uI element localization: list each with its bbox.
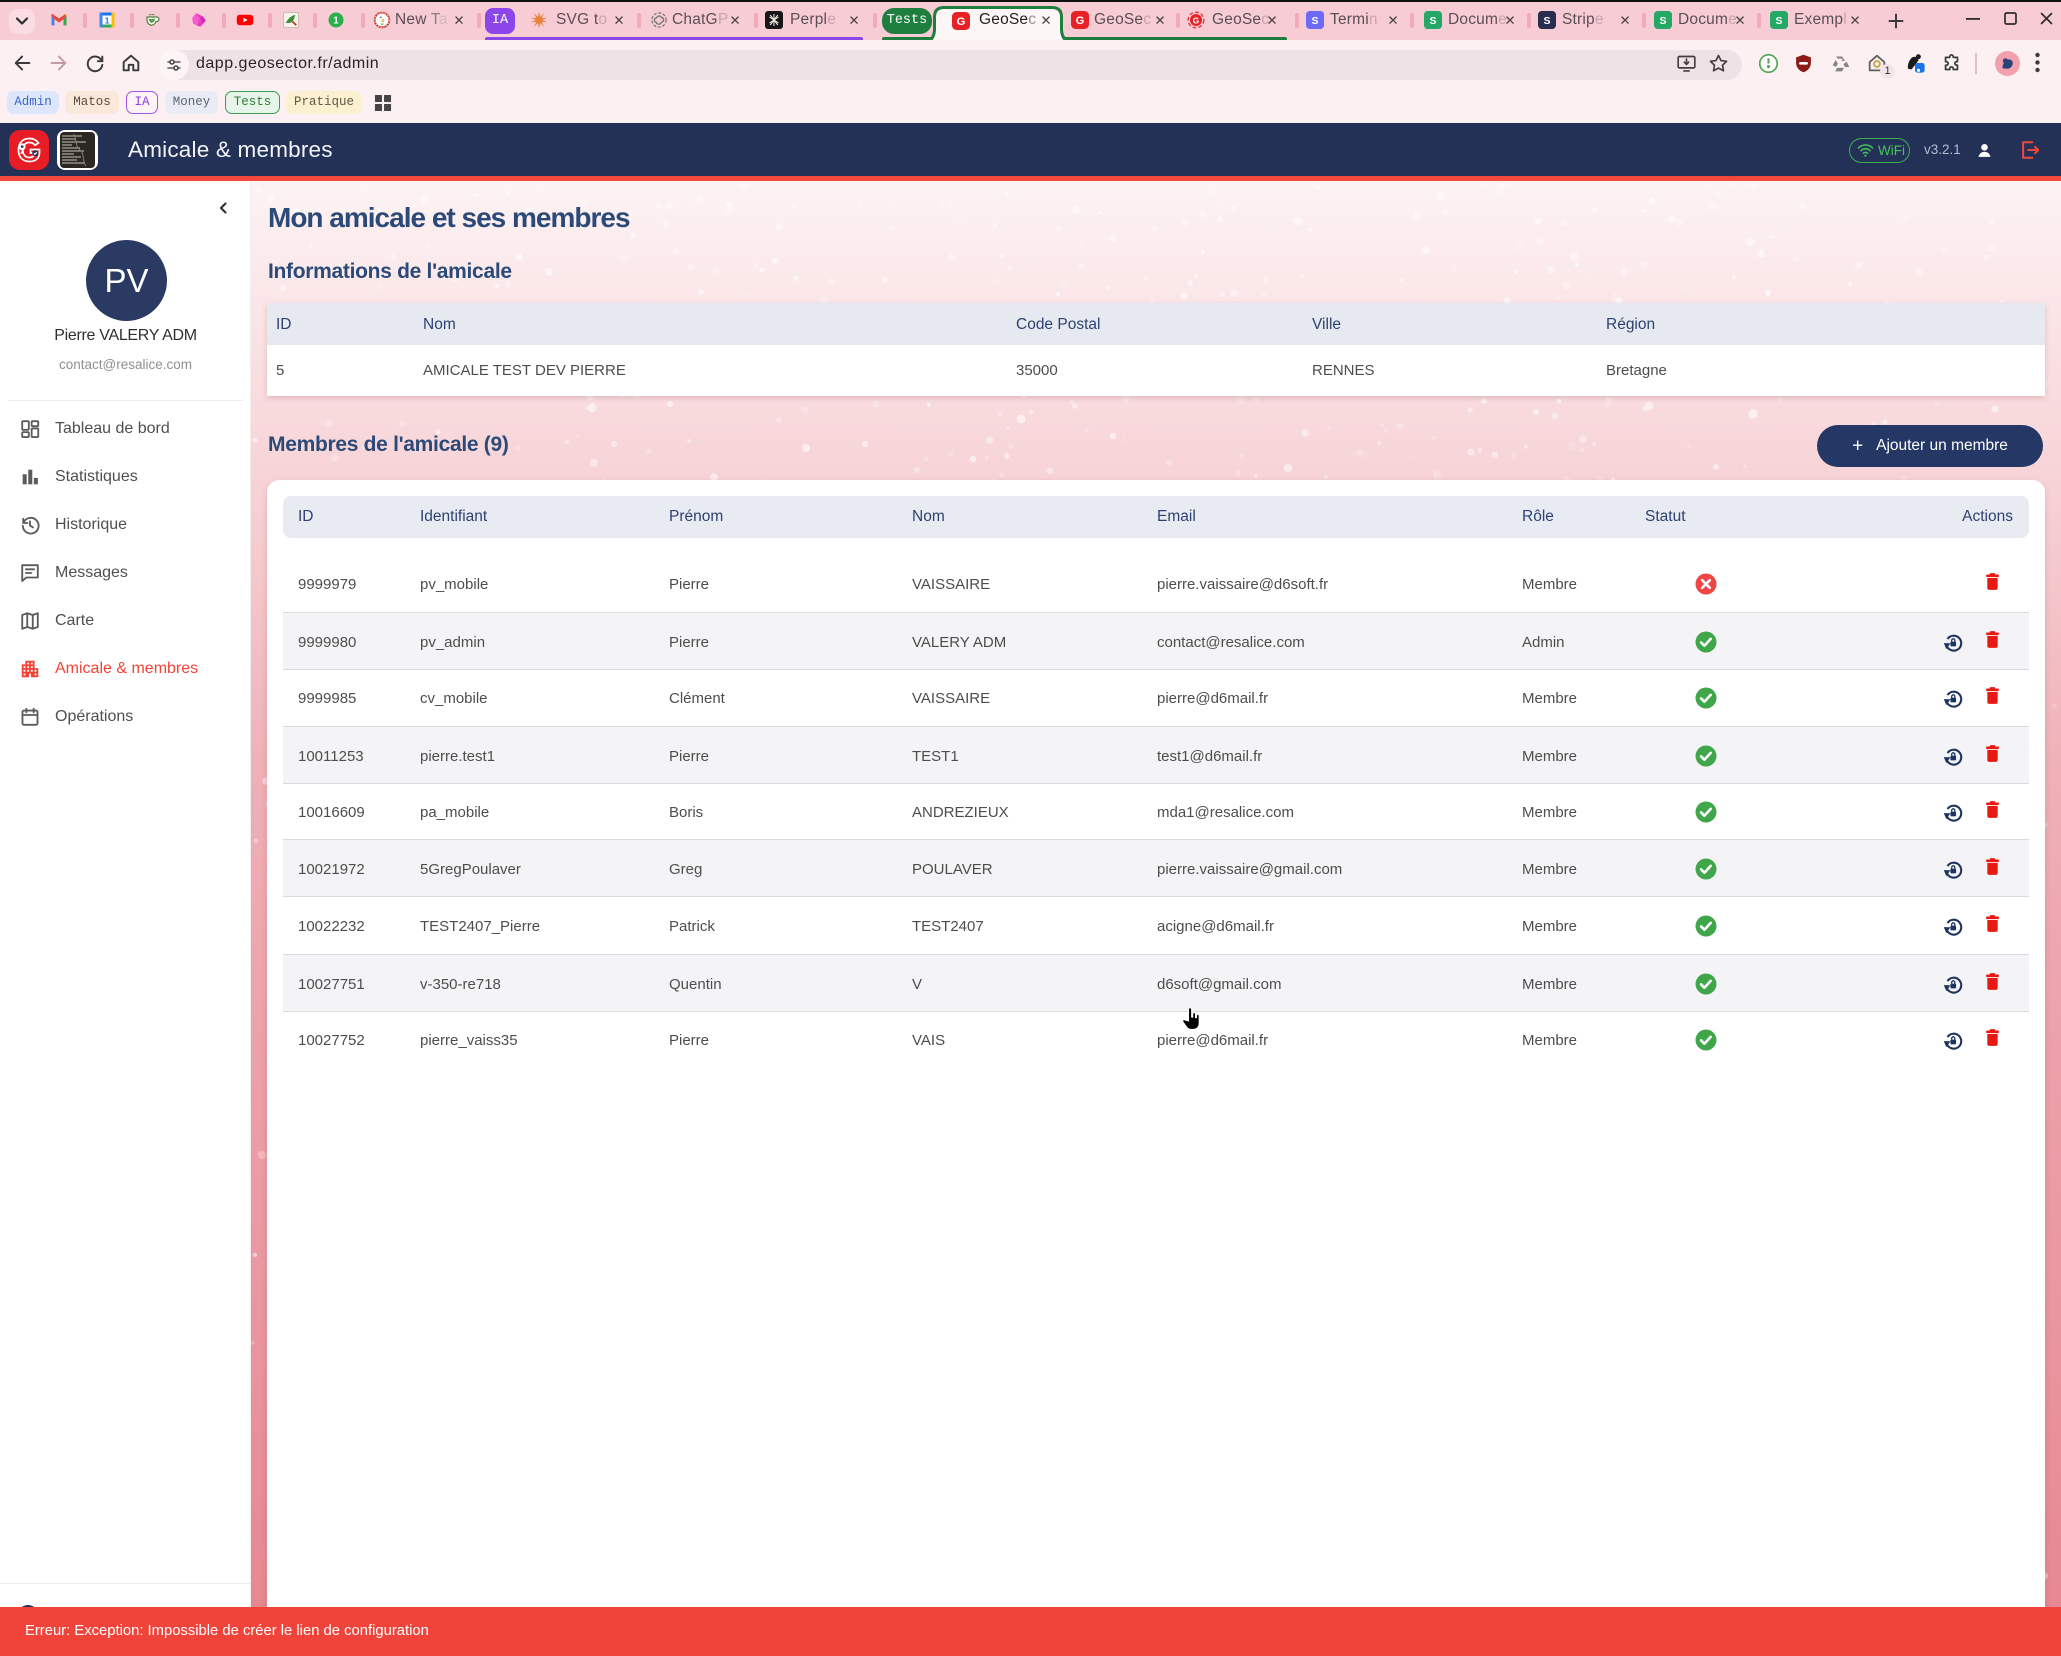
svg-text:1: 1: [105, 16, 110, 25]
svg-text:S: S: [1311, 15, 1318, 27]
svg-text:S: S: [1429, 15, 1436, 27]
svg-text:S: S: [1543, 15, 1550, 27]
svg-text:G: G: [957, 16, 966, 28]
svg-text:G: G: [1193, 16, 1199, 25]
svg-text:S: S: [1775, 15, 1782, 27]
svg-text:1: 1: [333, 15, 339, 26]
svg-text:G: G: [1076, 15, 1085, 27]
svg-text:S: S: [1659, 15, 1666, 27]
